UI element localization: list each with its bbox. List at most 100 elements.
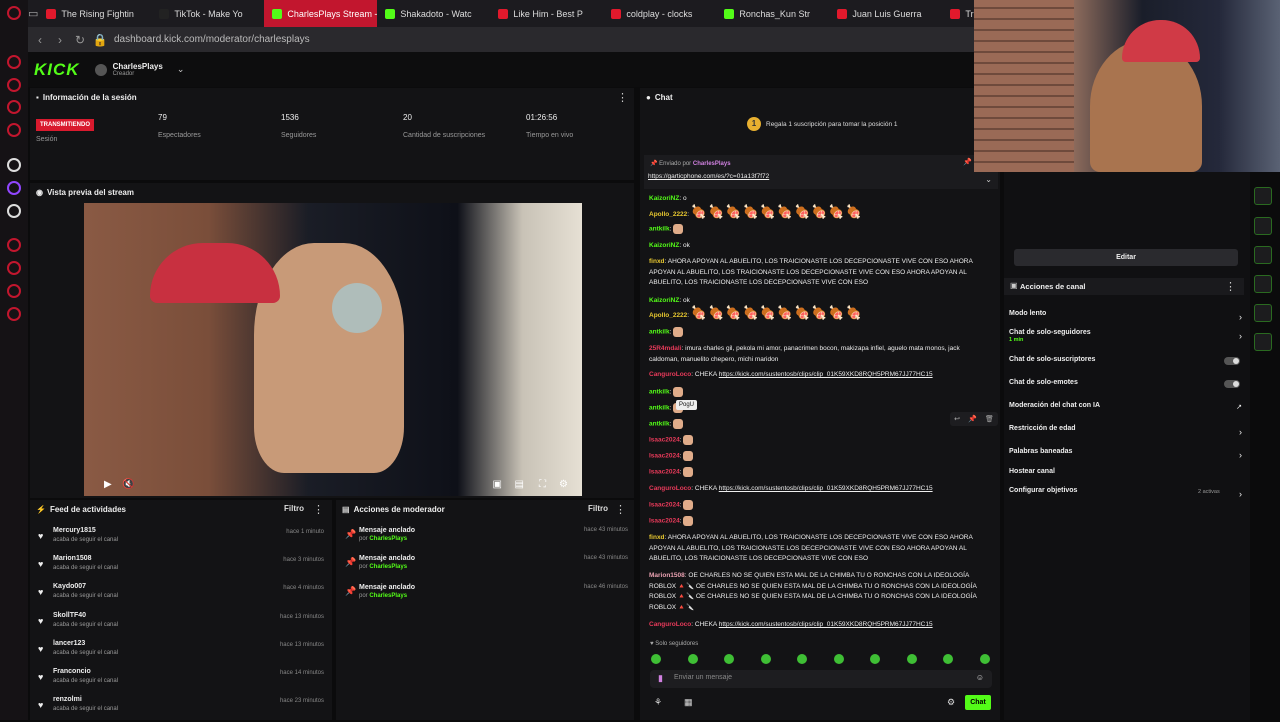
chat-message[interactable]: Isaac2024: bbox=[649, 451, 989, 462]
chat-message[interactable]: antkilk: bbox=[649, 403, 989, 414]
pip-icon[interactable]: ▣ bbox=[493, 479, 502, 490]
emote-icon[interactable] bbox=[797, 654, 807, 664]
chat-link[interactable]: https://kick.com/sustentosb/clips/clip_0… bbox=[719, 621, 933, 628]
edit-button[interactable]: Editar bbox=[1014, 249, 1238, 266]
chevron-down-icon[interactable]: ⌄ bbox=[985, 175, 992, 184]
tab-3[interactable]: Shakadoto - Watc bbox=[377, 0, 490, 27]
channel-option[interactable]: Chat de solo-emotes bbox=[1009, 379, 1078, 386]
emote-icon[interactable] bbox=[651, 654, 661, 664]
chat-message[interactable]: antkilk: bbox=[649, 224, 989, 235]
calendar-icon[interactable]: ▦ bbox=[684, 697, 693, 708]
emote-icon[interactable] bbox=[724, 654, 734, 664]
list-item[interactable]: 📌 Mensaje anclado por CharlesPlays hace 43 … bbox=[345, 527, 630, 553]
emote-icon[interactable] bbox=[943, 654, 953, 664]
sidebar-app-icon[interactable] bbox=[7, 123, 21, 137]
pinned-link[interactable]: https://garticphone.com/es/?c=01a13f7f72 bbox=[648, 173, 769, 180]
emote-icon[interactable] bbox=[870, 654, 880, 664]
chat-message[interactable]: Isaac2024: bbox=[649, 500, 989, 511]
chat-message[interactable]: Isaac2024: bbox=[649, 435, 989, 446]
tab-menu-icon[interactable]: ▭ bbox=[28, 7, 38, 20]
tab-2[interactable]: CharlesPlays Stream - K bbox=[264, 0, 378, 27]
tab-5[interactable]: coldplay - clocks bbox=[603, 0, 716, 27]
fullscreen-icon[interactable]: ⛶ bbox=[539, 479, 546, 490]
chat-message[interactable]: CanguroLoco: CHEKA https://kick.com/sust… bbox=[649, 620, 989, 631]
tool-icon[interactable] bbox=[1254, 187, 1272, 205]
chat-message[interactable]: 25R4mdali: imura charles gil, pekola mi … bbox=[649, 344, 989, 365]
chat-username[interactable]: KaizoriNZ bbox=[649, 297, 679, 304]
chat-link[interactable]: https://kick.com/sustentosb/clips/clip_0… bbox=[719, 371, 933, 378]
list-item[interactable]: ♥ renzolmi acaba de seguir el canal hace 23… bbox=[38, 696, 328, 722]
mic-icon[interactable]: ▮ bbox=[658, 673, 663, 684]
emote-icon[interactable] bbox=[673, 224, 684, 234]
reload-icon[interactable]: ↻ bbox=[70, 33, 90, 47]
chat-link[interactable]: https://kick.com/sustentosb/clips/clip_0… bbox=[719, 485, 933, 492]
sidebar-app-icon[interactable] bbox=[7, 78, 21, 92]
tool-icon[interactable] bbox=[1254, 333, 1272, 351]
pin-icon[interactable]: 📌 bbox=[968, 415, 977, 423]
emote-icon[interactable] bbox=[683, 467, 694, 477]
list-item[interactable]: 📌 Mensaje anclado por CharlesPlays hace 43 … bbox=[345, 555, 630, 581]
tool-icon[interactable] bbox=[1254, 304, 1272, 322]
chat-username[interactable]: finxd bbox=[649, 258, 665, 265]
chat-message[interactable]: KaizoriNZ: ok bbox=[649, 241, 989, 252]
chat-username[interactable]: KaizoriNZ bbox=[649, 242, 679, 249]
gear-icon[interactable]: ⚙ bbox=[947, 697, 955, 708]
chat-username[interactable]: antkilk bbox=[649, 389, 670, 396]
list-item[interactable]: ♥ SkollTF40 acaba de seguir el canal hace 1… bbox=[38, 612, 328, 638]
chat-message[interactable]: CanguroLoco: CHEKA https://kick.com/sust… bbox=[649, 484, 989, 495]
chat-username[interactable]: CanguroLoco bbox=[649, 621, 691, 628]
chat-username[interactable]: Isaac2024 bbox=[649, 502, 680, 509]
channel-option[interactable]: Palabras baneadas bbox=[1009, 448, 1072, 455]
chat-username[interactable]: antkilk bbox=[649, 405, 670, 412]
chat-username[interactable]: KaizoriNZ bbox=[649, 195, 679, 202]
mod-tools-icon[interactable]: ⚘ bbox=[654, 697, 662, 708]
chat-username[interactable]: 25R4mdali bbox=[649, 345, 682, 352]
more-icon[interactable]: ⋮ bbox=[1225, 280, 1236, 293]
sidebar-app-icon[interactable] bbox=[7, 238, 21, 252]
mod-filter-button[interactable]: Filtro bbox=[588, 504, 608, 513]
chat-username[interactable]: Apollo_2222 bbox=[649, 211, 687, 218]
chat-username[interactable]: Apollo_2222 bbox=[649, 312, 687, 319]
back-icon[interactable]: ‹ bbox=[30, 33, 50, 47]
chat-input-box[interactable]: ▮ Enviar un mensaje ☺ bbox=[650, 670, 992, 688]
chat-message[interactable]: KaizoriNZ: o bbox=[649, 194, 989, 205]
channel-switcher[interactable]: CharlesPlays Creador ⌄ bbox=[94, 62, 184, 77]
toggle-switch[interactable] bbox=[1224, 380, 1240, 388]
channel-option[interactable]: Chat de solo-suscriptores bbox=[1009, 356, 1095, 363]
channel-option[interactable]: Chat de solo-seguidores 1 min bbox=[1009, 329, 1091, 343]
ham-emote-icon[interactable]: 🍖🍖🍖🍖🍖🍖🍖🍖🍖🍖 bbox=[691, 305, 863, 320]
chevron-right-icon[interactable]: › bbox=[1239, 489, 1242, 499]
chat-message[interactable]: Apollo_2222: 🍖🍖🍖🍖🍖🍖🍖🍖🍖🍖 bbox=[649, 305, 989, 322]
tab-4[interactable]: Like Him - Best P bbox=[490, 0, 603, 27]
emote-icon[interactable] bbox=[906, 654, 917, 664]
emote-icon[interactable] bbox=[683, 500, 694, 510]
url-text[interactable]: dashboard.kick.com/moderator/charlesplay… bbox=[114, 34, 310, 45]
chevron-right-icon[interactable]: › bbox=[1239, 331, 1242, 341]
emote-icon[interactable] bbox=[979, 654, 990, 664]
sidebar-app-icon[interactable] bbox=[7, 100, 21, 114]
chat-username[interactable]: antkilk bbox=[649, 421, 670, 428]
ham-emote-icon[interactable]: 🍖🍖🍖🍖🍖🍖🍖🍖🍖🍖 bbox=[691, 204, 863, 219]
gear-icon[interactable]: ⚙ bbox=[559, 479, 568, 490]
settings-icon[interactable] bbox=[7, 307, 21, 321]
chat-message[interactable]: Isaac2024: bbox=[649, 467, 989, 478]
chat-username[interactable]: Isaac2024 bbox=[649, 437, 680, 444]
chat-username[interactable]: Isaac2024 bbox=[649, 469, 680, 476]
opera-icon[interactable] bbox=[7, 6, 21, 20]
chat-username[interactable]: CanguroLoco bbox=[649, 485, 691, 492]
chat-username[interactable]: Isaac2024 bbox=[649, 518, 680, 525]
sidebar-app-icon[interactable] bbox=[7, 55, 21, 69]
channel-option[interactable]: Hostear canal bbox=[1009, 468, 1055, 475]
chat-message[interactable]: Marion1508: OE CHARLES NO SE QUIEN ESTA … bbox=[649, 571, 989, 613]
gift-banner[interactable]: Regala 1 suscripción para tomar la posic… bbox=[766, 121, 898, 128]
theater-icon[interactable]: ▤ bbox=[515, 479, 524, 490]
list-item[interactable]: ♥ lancer123 acaba de seguir el canal hace 1… bbox=[38, 640, 328, 666]
tab-6[interactable]: Ronchas_Kun Str bbox=[716, 0, 829, 27]
chat-message[interactable]: Isaac2024: bbox=[649, 516, 989, 527]
history-icon[interactable] bbox=[7, 261, 21, 275]
feed-filter-button[interactable]: Filtro bbox=[284, 504, 304, 513]
emote-icon[interactable] bbox=[683, 451, 694, 461]
sidebar-app-icon[interactable] bbox=[7, 284, 21, 298]
chat-username[interactable]: antkilk bbox=[649, 329, 670, 336]
chevron-right-icon[interactable]: › bbox=[1239, 450, 1242, 460]
